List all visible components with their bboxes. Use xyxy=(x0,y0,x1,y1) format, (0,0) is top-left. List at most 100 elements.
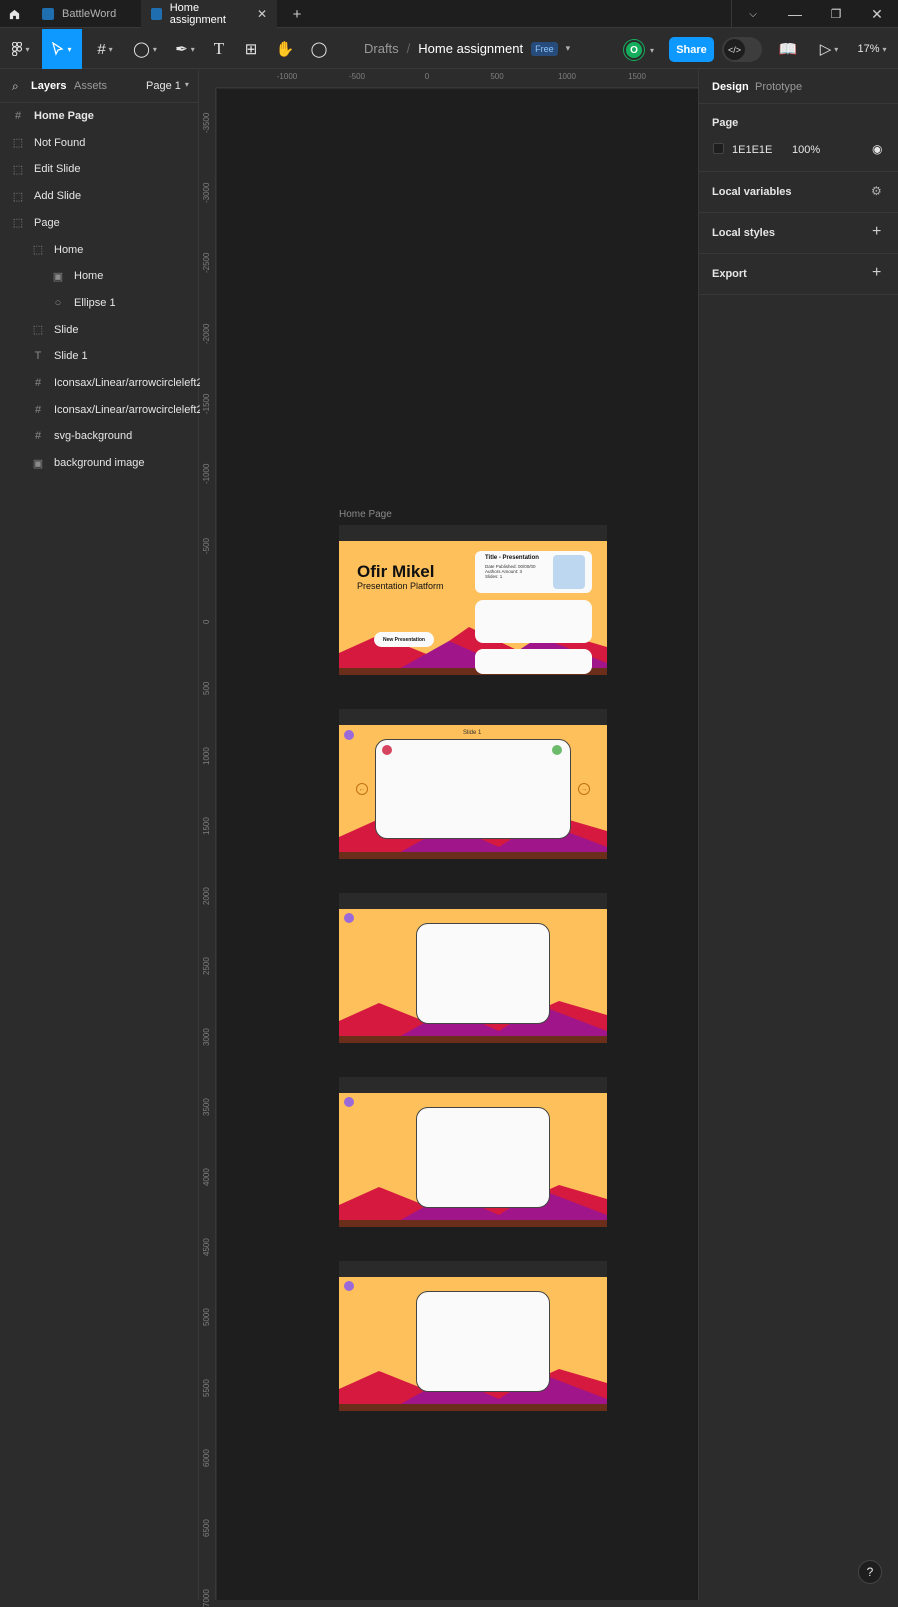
close-window-icon[interactable]: ✕ xyxy=(856,0,898,28)
section-icon: ⬚ xyxy=(32,244,44,256)
layer-label: Iconsax/Linear/arrowcircleleft2 xyxy=(54,403,203,416)
layer-item[interactable]: T Slide 1 xyxy=(0,343,199,369)
taskbar xyxy=(339,852,607,859)
home-button[interactable] xyxy=(0,0,28,28)
tab-home-assignment[interactable]: Home assignment ✕ xyxy=(141,0,277,28)
figma-file-icon xyxy=(151,8,162,20)
pen-tool-button[interactable]: ✒ ▾ xyxy=(170,29,200,69)
resources-tool-button[interactable]: ⊞ xyxy=(240,29,262,69)
tab-battleword[interactable]: BattleWord xyxy=(32,0,140,28)
layer-item[interactable]: ○ Ellipse 1 xyxy=(0,290,199,316)
home-icon xyxy=(344,730,354,740)
figma-logo-icon xyxy=(12,42,23,56)
library-button[interactable]: 📖 xyxy=(776,29,800,69)
tabs-dropdown-icon[interactable]: ⌵ xyxy=(732,0,774,28)
book-icon: 📖 xyxy=(778,41,798,58)
ruler-tick-label: 0 xyxy=(202,619,211,625)
panel-tabs: Design Prototype xyxy=(699,70,898,104)
plus-icon[interactable]: + xyxy=(872,264,881,282)
layer-item[interactable]: # svg-background xyxy=(0,423,199,449)
delete-icon xyxy=(382,745,392,755)
frame-label[interactable]: Home Page xyxy=(339,509,392,520)
shape-tool-button[interactable]: ◯ ▾ xyxy=(130,29,160,69)
minimize-icon[interactable]: — xyxy=(774,0,816,28)
layer-item[interactable]: ⬚ Home xyxy=(0,237,199,263)
layer-label: Page xyxy=(34,216,60,229)
taskbar xyxy=(339,1220,607,1227)
dev-mode-toggle[interactable]: </> xyxy=(722,37,762,62)
home-icon xyxy=(344,913,354,923)
pen-icon: ✒ xyxy=(175,41,188,58)
frame-slide-blank[interactable] xyxy=(339,893,607,1043)
comment-tool-button[interactable]: ◯ xyxy=(308,29,330,69)
restore-icon[interactable]: ❐ xyxy=(815,0,857,28)
new-presentation-button: New Presentation xyxy=(374,632,434,647)
frame-tool-button[interactable]: # ▾ xyxy=(90,29,120,69)
ruler-tick-label: -500 xyxy=(202,538,211,555)
zoom-menu[interactable]: 17% ▾ xyxy=(852,29,892,69)
layer-item[interactable]: ▣ Home xyxy=(0,263,199,289)
present-button[interactable]: ▷ ▾ xyxy=(814,29,844,69)
tab-design[interactable]: Design xyxy=(712,81,749,93)
page-color-hex[interactable]: 1E1E1E xyxy=(732,144,772,156)
layer-label: Add Slide xyxy=(34,190,82,203)
layer-item[interactable]: ⬚ Slide xyxy=(0,317,199,343)
arrow-left-icon: ← xyxy=(356,783,368,795)
help-button[interactable]: ? xyxy=(858,1560,882,1584)
breadcrumb: Drafts / Home assignment Free ▾ xyxy=(364,41,570,56)
tab-layers[interactable]: Layers xyxy=(31,80,66,92)
close-tab-icon[interactable]: ✕ xyxy=(257,7,267,21)
presentation-card: Title - Presentation Date Published: 00/… xyxy=(475,551,592,593)
local-styles-section[interactable]: Local styles + xyxy=(699,213,898,254)
move-tool-button[interactable]: ▾ xyxy=(42,29,82,69)
ruler-tick-label: 2000 xyxy=(202,887,211,906)
multiplayer-avatar[interactable]: O ▾ xyxy=(624,39,662,61)
file-name[interactable]: Home assignment xyxy=(418,41,523,56)
layer-item[interactable]: # Iconsax/Linear/arrowcircleleft2 xyxy=(0,370,203,396)
new-tab-button[interactable]: + xyxy=(285,0,309,28)
layer-item[interactable]: ⬚ Not Found xyxy=(0,130,199,156)
layer-label: background image xyxy=(54,457,145,470)
ruler-tick-label: -1000 xyxy=(276,72,298,81)
layer-item[interactable]: ▣ background image xyxy=(0,450,199,476)
chevron-down-icon: ▾ xyxy=(650,45,655,55)
layer-item[interactable]: # Iconsax/Linear/arrowcircleleft2 xyxy=(0,397,203,423)
frame-slide-blank[interactable] xyxy=(339,1261,607,1411)
layer-item[interactable]: ⬚ Page xyxy=(0,210,199,236)
text-tool-button[interactable]: T xyxy=(208,29,230,69)
layer-label: Iconsax/Linear/arrowcircleleft2 xyxy=(54,377,203,389)
color-swatch[interactable] xyxy=(713,143,724,154)
page-selector[interactable]: Page 1 ▾ xyxy=(146,80,189,92)
tab-assets[interactable]: Assets xyxy=(74,80,107,92)
frame-slide-blank[interactable] xyxy=(339,1077,607,1227)
ruler-tick-label: 4000 xyxy=(202,1168,211,1186)
main-menu-button[interactable]: ▾ xyxy=(6,29,36,69)
tab-prototype[interactable]: Prototype xyxy=(755,81,802,93)
taskbar xyxy=(339,1036,607,1043)
frame-edit-slide[interactable]: Slide 1 ← → xyxy=(339,709,607,859)
ruler-tick-label: 7000 xyxy=(202,1589,211,1607)
hand-tool-button[interactable]: ✋ xyxy=(274,29,296,69)
layer-item[interactable]: ⬚ Edit Slide xyxy=(0,156,199,182)
file-menu-chevron-icon[interactable]: ▾ xyxy=(566,43,571,54)
arrow-right-icon: → xyxy=(578,783,590,795)
local-variables-section[interactable]: Local variables ⚙ xyxy=(699,172,898,213)
eye-icon[interactable]: ◉ xyxy=(872,142,882,156)
layer-item[interactable]: # Home Page xyxy=(0,103,199,129)
ruler-tick-label: 2500 xyxy=(202,957,211,976)
ruler-tick-label: -500 xyxy=(348,72,366,81)
export-section[interactable]: Export + xyxy=(699,254,898,295)
share-button[interactable]: Share xyxy=(669,37,714,62)
sliders-icon[interactable]: ⚙ xyxy=(871,184,882,198)
breadcrumb-drafts[interactable]: Drafts xyxy=(364,41,399,56)
frame-home[interactable]: Ofir Mikel Presentation Platform New Pre… xyxy=(339,525,607,675)
section-icon: ⬚ xyxy=(32,324,44,337)
layer-label: Edit Slide xyxy=(34,163,81,176)
search-icon[interactable]: ⌕ xyxy=(12,79,19,94)
home-title: Ofir Mikel xyxy=(357,562,435,581)
page-opacity[interactable]: 100% xyxy=(792,144,820,156)
plus-icon[interactable]: + xyxy=(872,223,881,241)
ruler-tick-label: 4500 xyxy=(202,1238,211,1257)
text-icon: T xyxy=(213,39,225,58)
layer-item[interactable]: ⬚ Add Slide xyxy=(0,183,199,209)
